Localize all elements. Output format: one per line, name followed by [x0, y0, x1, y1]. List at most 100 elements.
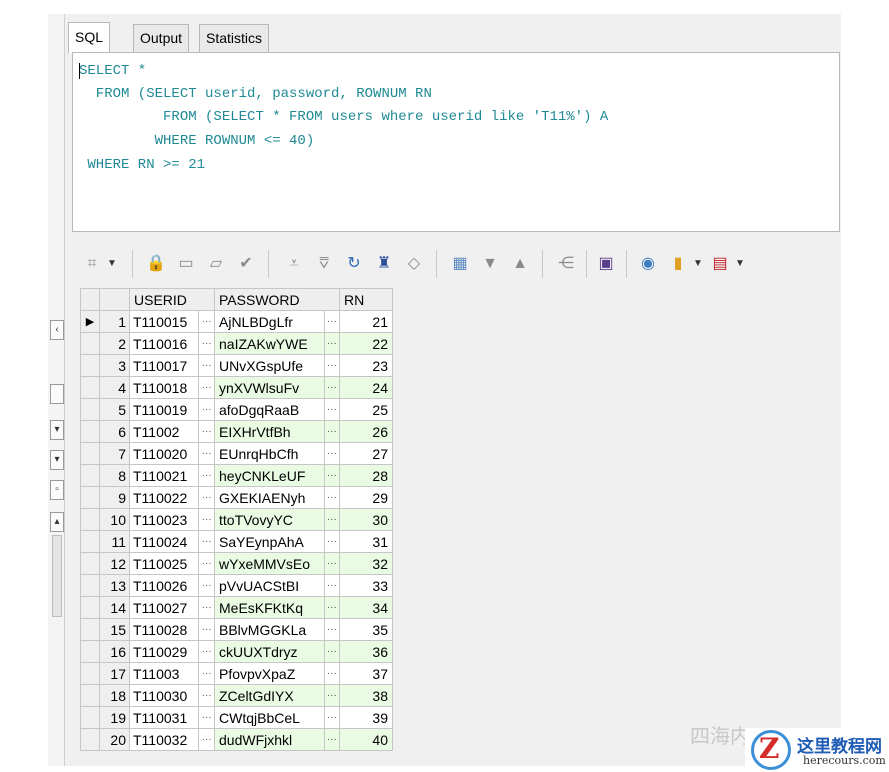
rn-cell[interactable]: 33 [339, 574, 393, 597]
sql-editor[interactable]: SELECT * FROM (SELECT userid, password, … [72, 52, 840, 232]
chart-icon[interactable]: ▮ [668, 254, 688, 274]
userid-cell[interactable]: T110021 [128, 464, 200, 487]
table-row[interactable]: 14 T110027 ··· MeEsKFKtKq ··· 34 [80, 596, 393, 619]
refresh-icon[interactable]: ↻ [344, 254, 364, 274]
rn-cell[interactable]: 22 [339, 332, 393, 355]
grid-icon[interactable]: ⌗ [82, 254, 102, 274]
sort-desc-icon[interactable]: ⩡ [284, 254, 304, 274]
password-cell[interactable]: naIZAKwYWE [214, 332, 325, 355]
userid-ellipsis-button[interactable]: ··· [198, 662, 215, 685]
table-row[interactable]: 15 T110028 ··· BBlvMGGKLa ··· 35 [80, 618, 393, 641]
userid-cell[interactable]: T110030 [128, 684, 200, 707]
password-cell[interactable]: wYxeMMVsEo [214, 552, 325, 575]
rn-cell[interactable]: 28 [339, 464, 393, 487]
password-cell[interactable]: pVvUACStBI [214, 574, 325, 597]
table-row[interactable]: 10 T110023 ··· ttoTVovyYC ··· 30 [80, 508, 393, 531]
password-cell[interactable]: EIXHrVtfBh [214, 420, 325, 443]
find-icon[interactable]: ♜ [374, 254, 394, 274]
userid-ellipsis-button[interactable]: ··· [198, 420, 215, 443]
table-row[interactable]: 18 T110030 ··· ZCeltGdIYX ··· 38 [80, 684, 393, 707]
arrow-up-icon[interactable]: ▲ [510, 254, 530, 274]
password-ellipsis-button[interactable]: ··· [323, 574, 341, 597]
rn-cell[interactable]: 34 [339, 596, 393, 619]
side-page-icon[interactable]: ▫ [50, 480, 64, 500]
rn-cell[interactable]: 29 [339, 486, 393, 509]
dropdown-arrow-icon[interactable]: ▼ [730, 254, 750, 274]
tab-sql[interactable]: SQL [68, 22, 111, 53]
table-row[interactable]: 2 T110016 ··· naIZAKwYWE ··· 22 [80, 332, 393, 355]
password-cell[interactable]: AjNLBDgLfr [214, 310, 325, 333]
userid-cell[interactable]: T110016 [128, 332, 200, 355]
password-cell[interactable]: BBlvMGGKLa [214, 618, 325, 641]
dropdown-arrow-icon[interactable]: ▼ [688, 254, 708, 274]
userid-ellipsis-button[interactable]: ··· [198, 332, 215, 355]
rn-cell[interactable]: 26 [339, 420, 393, 443]
password-ellipsis-button[interactable]: ··· [323, 640, 341, 663]
side-button[interactable] [50, 384, 64, 404]
userid-cell[interactable]: T110032 [128, 728, 200, 751]
password-cell[interactable]: PfovpvXpaZ [214, 662, 325, 685]
userid-cell[interactable]: T110026 [128, 574, 200, 597]
password-cell[interactable]: EUnrqHbCfh [214, 442, 325, 465]
db-icon[interactable]: ◉ [638, 254, 658, 274]
table-row[interactable]: 9 T110022 ··· GXEKIAENyh ··· 29 [80, 486, 393, 509]
userid-cell[interactable]: T110025 [128, 552, 200, 575]
table-row[interactable]: 19 T110031 ··· CWtqjBbCeL ··· 39 [80, 706, 393, 729]
password-ellipsis-button[interactable]: ··· [323, 486, 341, 509]
userid-cell[interactable]: T110015 [128, 310, 200, 333]
userid-cell[interactable]: T110024 [128, 530, 200, 553]
save-icon[interactable]: ▣ [596, 254, 616, 274]
table-row[interactable]: 20 T110032 ··· dudWFjxhkl ··· 40 [80, 728, 393, 751]
password-cell[interactable]: SaYEynpAhA [214, 530, 325, 553]
rn-cell[interactable]: 23 [339, 354, 393, 377]
userid-cell[interactable]: T110028 [128, 618, 200, 641]
userid-cell[interactable]: T110022 [128, 486, 200, 509]
userid-ellipsis-button[interactable]: ··· [198, 728, 215, 751]
userid-ellipsis-button[interactable]: ··· [198, 552, 215, 575]
rn-cell[interactable]: 40 [339, 728, 393, 751]
rn-cell[interactable]: 24 [339, 376, 393, 399]
password-ellipsis-button[interactable]: ··· [323, 310, 341, 333]
userid-ellipsis-button[interactable]: ··· [198, 574, 215, 597]
userid-ellipsis-button[interactable]: ··· [198, 310, 215, 333]
password-ellipsis-button[interactable]: ··· [323, 442, 341, 465]
password-ellipsis-button[interactable]: ··· [323, 376, 341, 399]
userid-ellipsis-button[interactable]: ··· [198, 596, 215, 619]
password-ellipsis-button[interactable]: ··· [323, 530, 341, 553]
password-ellipsis-button[interactable]: ··· [323, 332, 341, 355]
password-cell[interactable]: ZCeltGdIYX [214, 684, 325, 707]
rn-cell[interactable]: 37 [339, 662, 393, 685]
password-ellipsis-button[interactable]: ··· [323, 552, 341, 575]
table-row[interactable]: 3 T110017 ··· UNvXGspUfe ··· 23 [80, 354, 393, 377]
table-row[interactable]: 4 T110018 ··· ynXVWlsuFv ··· 24 [80, 376, 393, 399]
userid-ellipsis-button[interactable]: ··· [198, 376, 215, 399]
password-ellipsis-button[interactable]: ··· [323, 684, 341, 707]
table-row[interactable]: ▶ 1 T110015 ··· AjNLBDgLfr ··· 21 [80, 310, 393, 333]
userid-ellipsis-button[interactable]: ··· [198, 398, 215, 421]
password-ellipsis-button[interactable]: ··· [323, 706, 341, 729]
userid-ellipsis-button[interactable]: ··· [198, 640, 215, 663]
side-dropdown-icon[interactable]: ▾ [50, 450, 64, 470]
password-cell[interactable]: dudWFjxhkl [214, 728, 325, 751]
userid-cell[interactable]: T110018 [128, 376, 200, 399]
userid-cell[interactable]: T110031 [128, 706, 200, 729]
userid-ellipsis-button[interactable]: ··· [198, 618, 215, 641]
new-record-icon[interactable]: ▭ [176, 254, 196, 274]
comment-icon[interactable]: ▱ [206, 254, 226, 274]
table-row[interactable]: 12 T110025 ··· wYxeMMVsEo ··· 32 [80, 552, 393, 575]
rn-cell[interactable]: 31 [339, 530, 393, 553]
table-row[interactable]: 11 T110024 ··· SaYEynpAhA ··· 31 [80, 530, 393, 553]
export-icon[interactable]: ▦ [450, 254, 470, 274]
side-scrollbar[interactable] [52, 535, 62, 617]
clear-icon[interactable]: ◇ [404, 254, 424, 274]
rn-cell[interactable]: 36 [339, 640, 393, 663]
side-dropdown-icon[interactable]: ▾ [50, 420, 64, 440]
password-ellipsis-button[interactable]: ··· [323, 662, 341, 685]
userid-cell[interactable]: T11003 [128, 662, 200, 685]
rn-cell[interactable]: 21 [339, 310, 393, 333]
password-ellipsis-button[interactable]: ··· [323, 464, 341, 487]
userid-cell[interactable]: T110029 [128, 640, 200, 663]
userid-cell[interactable]: T110017 [128, 354, 200, 377]
userid-ellipsis-button[interactable]: ··· [198, 706, 215, 729]
rn-cell[interactable]: 25 [339, 398, 393, 421]
